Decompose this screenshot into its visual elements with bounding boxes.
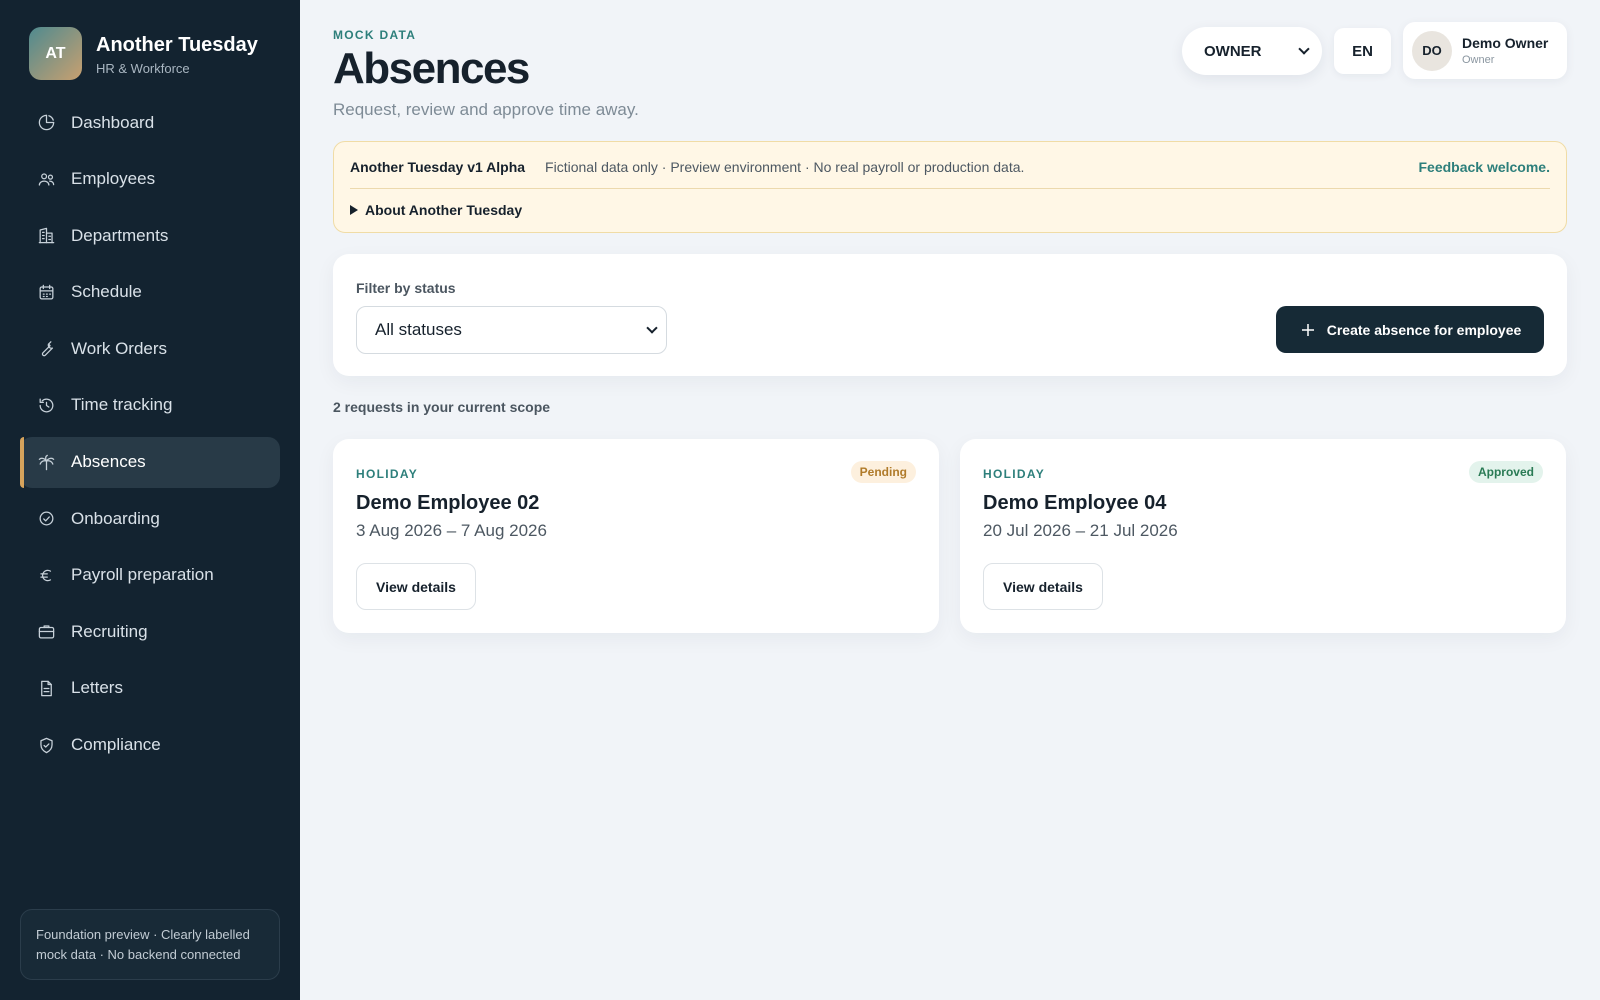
absence-dates: 20 Jul 2026 – 21 Jul 2026	[983, 521, 1178, 540]
chevron-down-icon	[646, 322, 658, 334]
sidebar-item-label: Onboarding	[71, 508, 160, 528]
avatar: DO	[1412, 30, 1452, 71]
create-absence-button[interactable]: Create absence for employee	[1276, 306, 1544, 353]
calendar-icon	[36, 282, 56, 302]
sidebar-item-dashboard[interactable]: Dashboard	[20, 97, 280, 148]
role-select[interactable]: OWNER	[1182, 27, 1322, 75]
wrench-icon	[36, 339, 56, 359]
sidebar-item-absences[interactable]: Absences	[20, 436, 280, 488]
sidebar-item-label: Employees	[71, 169, 156, 189]
sidebar-item-recruiting[interactable]: Recruiting	[20, 606, 280, 657]
status-filter-select[interactable]: All statuses	[356, 306, 667, 354]
brand-name: Another Tuesday	[96, 33, 258, 56]
alpha-banner: Another Tuesday v1 Alpha Fictional data …	[333, 141, 1567, 233]
filter-label: Filter by status	[356, 280, 456, 296]
results-count: 2 requests in your current scope	[333, 399, 551, 415]
banner-divider	[350, 188, 1550, 189]
role-select-value: OWNER	[1204, 42, 1262, 60]
absence-request-card: HOLIDAY Pending Demo Employee 02 3 Aug 2…	[333, 439, 939, 633]
page-title: Absences	[333, 44, 530, 93]
absence-dates: 3 Aug 2026 – 7 Aug 2026	[356, 521, 547, 540]
brand[interactable]: AT Another Tuesday HR & Workforce	[29, 27, 258, 80]
sidebar-item-schedule[interactable]: Schedule	[20, 267, 280, 318]
banner-top: Another Tuesday v1 Alpha Fictional data …	[350, 158, 1550, 176]
sidebar-item-departments[interactable]: Departments	[20, 210, 280, 261]
users-icon	[36, 169, 56, 189]
brand-subtitle: HR & Workforce	[96, 60, 190, 76]
main-content: MOCK DATA Absences Request, review and a…	[300, 0, 1600, 1000]
status-badge: Pending	[850, 461, 916, 483]
sidebar-item-payroll-preparation[interactable]: Payroll preparation	[20, 550, 280, 601]
sidebar-footer-note: Foundation preview · Clearly labelled mo…	[20, 909, 280, 980]
view-details-button[interactable]: View details	[983, 563, 1103, 610]
banner-title: Another Tuesday v1 Alpha	[350, 159, 526, 175]
sidebar-item-label: Dashboard	[71, 112, 155, 132]
sidebar-item-label: Schedule	[71, 282, 142, 302]
filter-card: Filter by status All statuses Create abs…	[333, 254, 1567, 376]
user-menu[interactable]: DO Demo Owner Owner	[1403, 22, 1567, 79]
chevron-down-icon	[1298, 43, 1310, 55]
sidebar-item-label: Payroll preparation	[71, 565, 214, 585]
feedback-link[interactable]: Feedback welcome.	[1418, 159, 1550, 175]
status-filter-value: All statuses	[375, 320, 462, 339]
absence-type: HOLIDAY	[356, 467, 418, 481]
shield-check-icon	[36, 735, 56, 755]
sidebar: AT Another Tuesday HR & Workforce Dashbo…	[0, 0, 300, 1000]
building-icon	[36, 226, 56, 246]
sidebar-item-employees[interactable]: Employees	[20, 154, 280, 205]
euro-icon	[36, 565, 56, 585]
sidebar-item-time-tracking[interactable]: Time tracking	[20, 380, 280, 431]
sidebar-item-onboarding[interactable]: Onboarding	[20, 493, 280, 544]
create-absence-label: Create absence for employee	[1326, 321, 1522, 338]
sidebar-item-label: Compliance	[71, 735, 161, 755]
page-subtitle: Request, review and approve time away.	[333, 100, 639, 119]
user-name: Demo Owner	[1462, 35, 1549, 51]
check-circle-icon	[36, 509, 56, 529]
document-icon	[36, 678, 56, 698]
plus-icon	[1301, 323, 1314, 336]
sidebar-item-label: Time tracking	[71, 395, 173, 415]
sidebar-item-label: Work Orders	[71, 338, 168, 358]
sidebar-item-label: Absences	[71, 452, 146, 472]
about-disclosure[interactable]: About Another Tuesday	[350, 202, 522, 218]
sidebar-item-compliance[interactable]: Compliance	[20, 720, 280, 771]
sidebar-item-letters[interactable]: Letters	[20, 663, 280, 714]
absence-request-card: HOLIDAY Approved Demo Employee 04 20 Jul…	[960, 439, 1566, 633]
sidebar-item-label: Departments	[71, 225, 169, 245]
employee-name: Demo Employee 04	[983, 492, 1167, 514]
about-label: About Another Tuesday	[365, 202, 523, 218]
view-details-button[interactable]: View details	[356, 563, 476, 610]
user-text: Demo Owner Owner	[1462, 35, 1548, 66]
brand-text: Another Tuesday HR & Workforce	[96, 32, 258, 76]
history-icon	[36, 395, 56, 415]
page-eyebrow: MOCK DATA	[333, 28, 417, 42]
dashboard-icon	[36, 113, 56, 133]
brand-logo: AT	[29, 27, 82, 80]
disclosure-triangle-icon	[350, 205, 358, 215]
employee-name: Demo Employee 02	[356, 492, 540, 514]
palm-tree-icon	[36, 452, 56, 472]
banner-description: Fictional data only · Preview environmen…	[545, 159, 1025, 175]
sidebar-nav: Dashboard Employees Departments Schedule…	[20, 97, 280, 776]
user-role: Owner	[1462, 54, 1495, 66]
status-badge: Approved	[1468, 461, 1543, 483]
sidebar-item-label: Letters	[71, 678, 123, 698]
sidebar-item-work-orders[interactable]: Work Orders	[20, 323, 280, 374]
absence-type: HOLIDAY	[983, 467, 1045, 481]
briefcase-icon	[36, 622, 56, 642]
sidebar-item-label: Recruiting	[71, 621, 148, 641]
language-button[interactable]: EN	[1334, 28, 1391, 74]
